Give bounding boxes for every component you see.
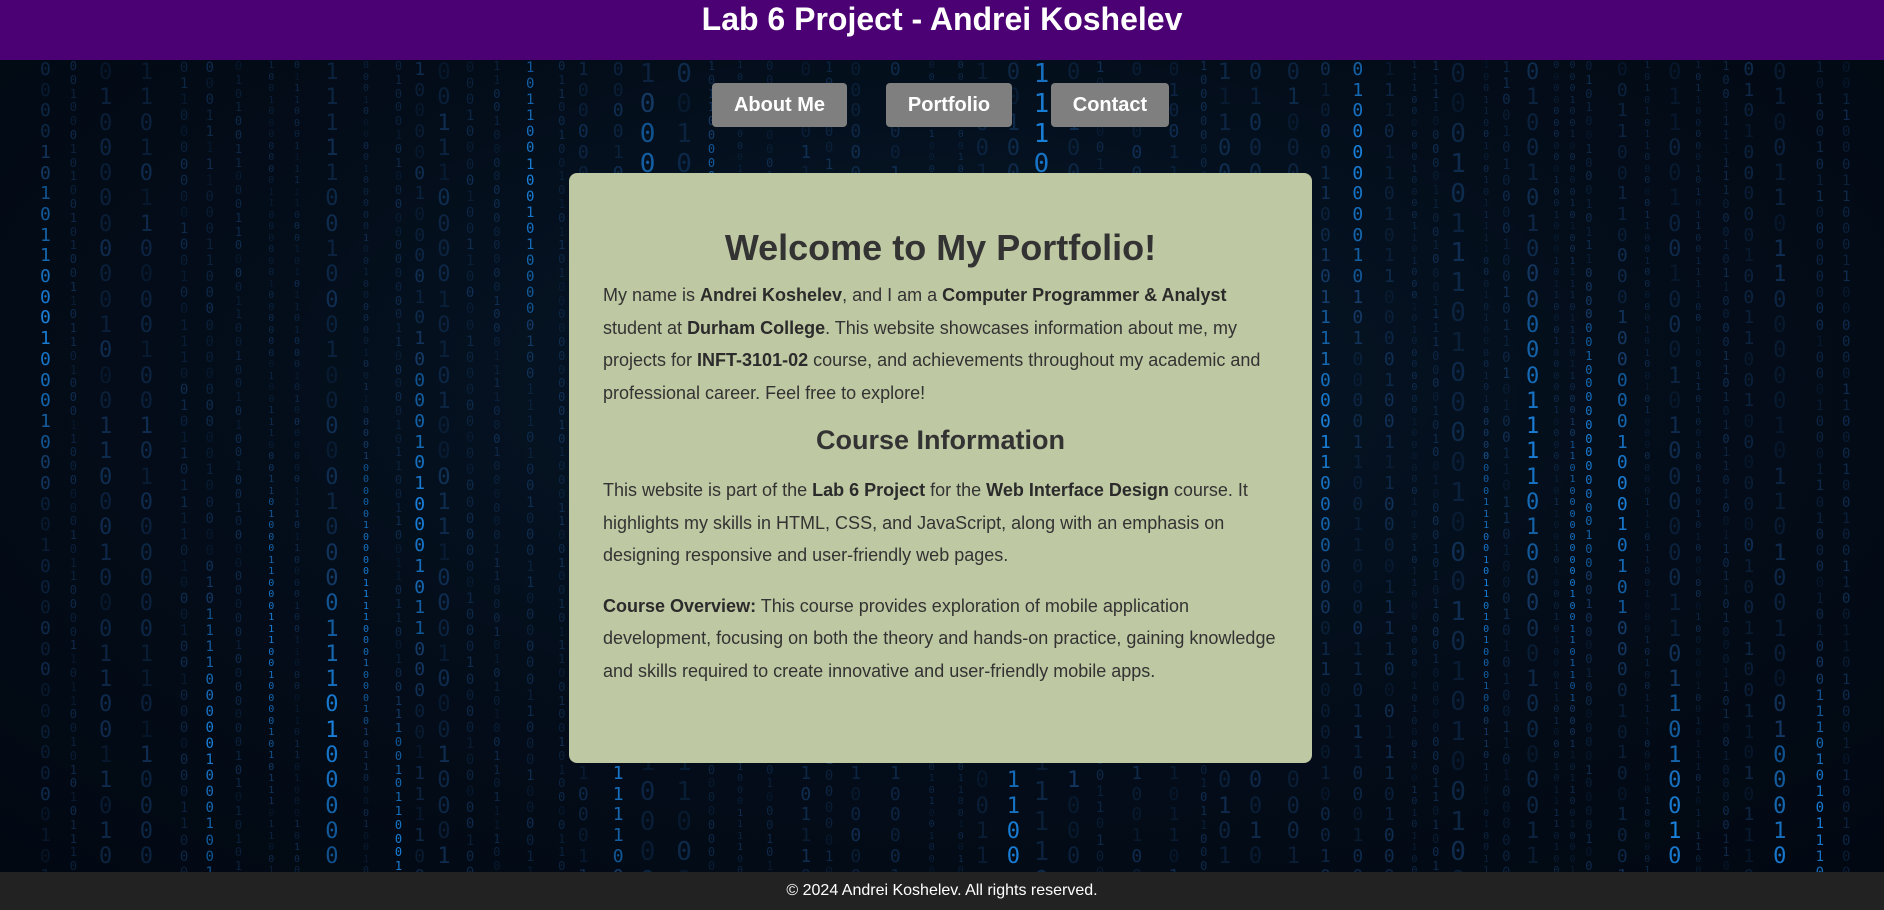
course-overview-paragraph: Course Overview: This course provides ex… [603,595,1276,681]
course-project-name: Lab 6 Project [812,480,926,500]
course-info-paragraph: This website is part of the Lab 6 Projec… [603,480,1248,565]
portfolio-card: Welcome to My Portfolio! My name is Andr… [569,173,1312,763]
site-header: Lab 6 Project - Andrei Koshelev [0,0,1884,60]
nav-contact-button[interactable]: Contact [1051,83,1169,127]
intro-course-code: INFT-3101-02 [697,350,809,370]
page-title: Lab 6 Project - Andrei Koshelev [701,1,1183,37]
intro-paragraph: My name is Andrei Koshelev, and I am a C… [603,285,1261,403]
nav-about-me-button[interactable]: About Me [712,83,847,127]
intro-program: Computer Programmer & Analyst [942,285,1227,305]
course-overview-label: Course Overview: [603,595,757,616]
intro-name: Andrei Koshelev [700,285,843,305]
copyright-text: © 2024 Andrei Koshelev. All rights reser… [786,882,1098,899]
nav-portfolio-button[interactable]: Portfolio [886,83,1012,127]
course-info-heading: Course Information [815,425,1065,455]
site-footer: © 2024 Andrei Koshelev. All rights reser… [0,872,1884,910]
welcome-heading: Welcome to My Portfolio! [724,227,1157,268]
course-name: Web Interface Design [986,480,1169,500]
intro-college: Durham College [687,317,826,338]
